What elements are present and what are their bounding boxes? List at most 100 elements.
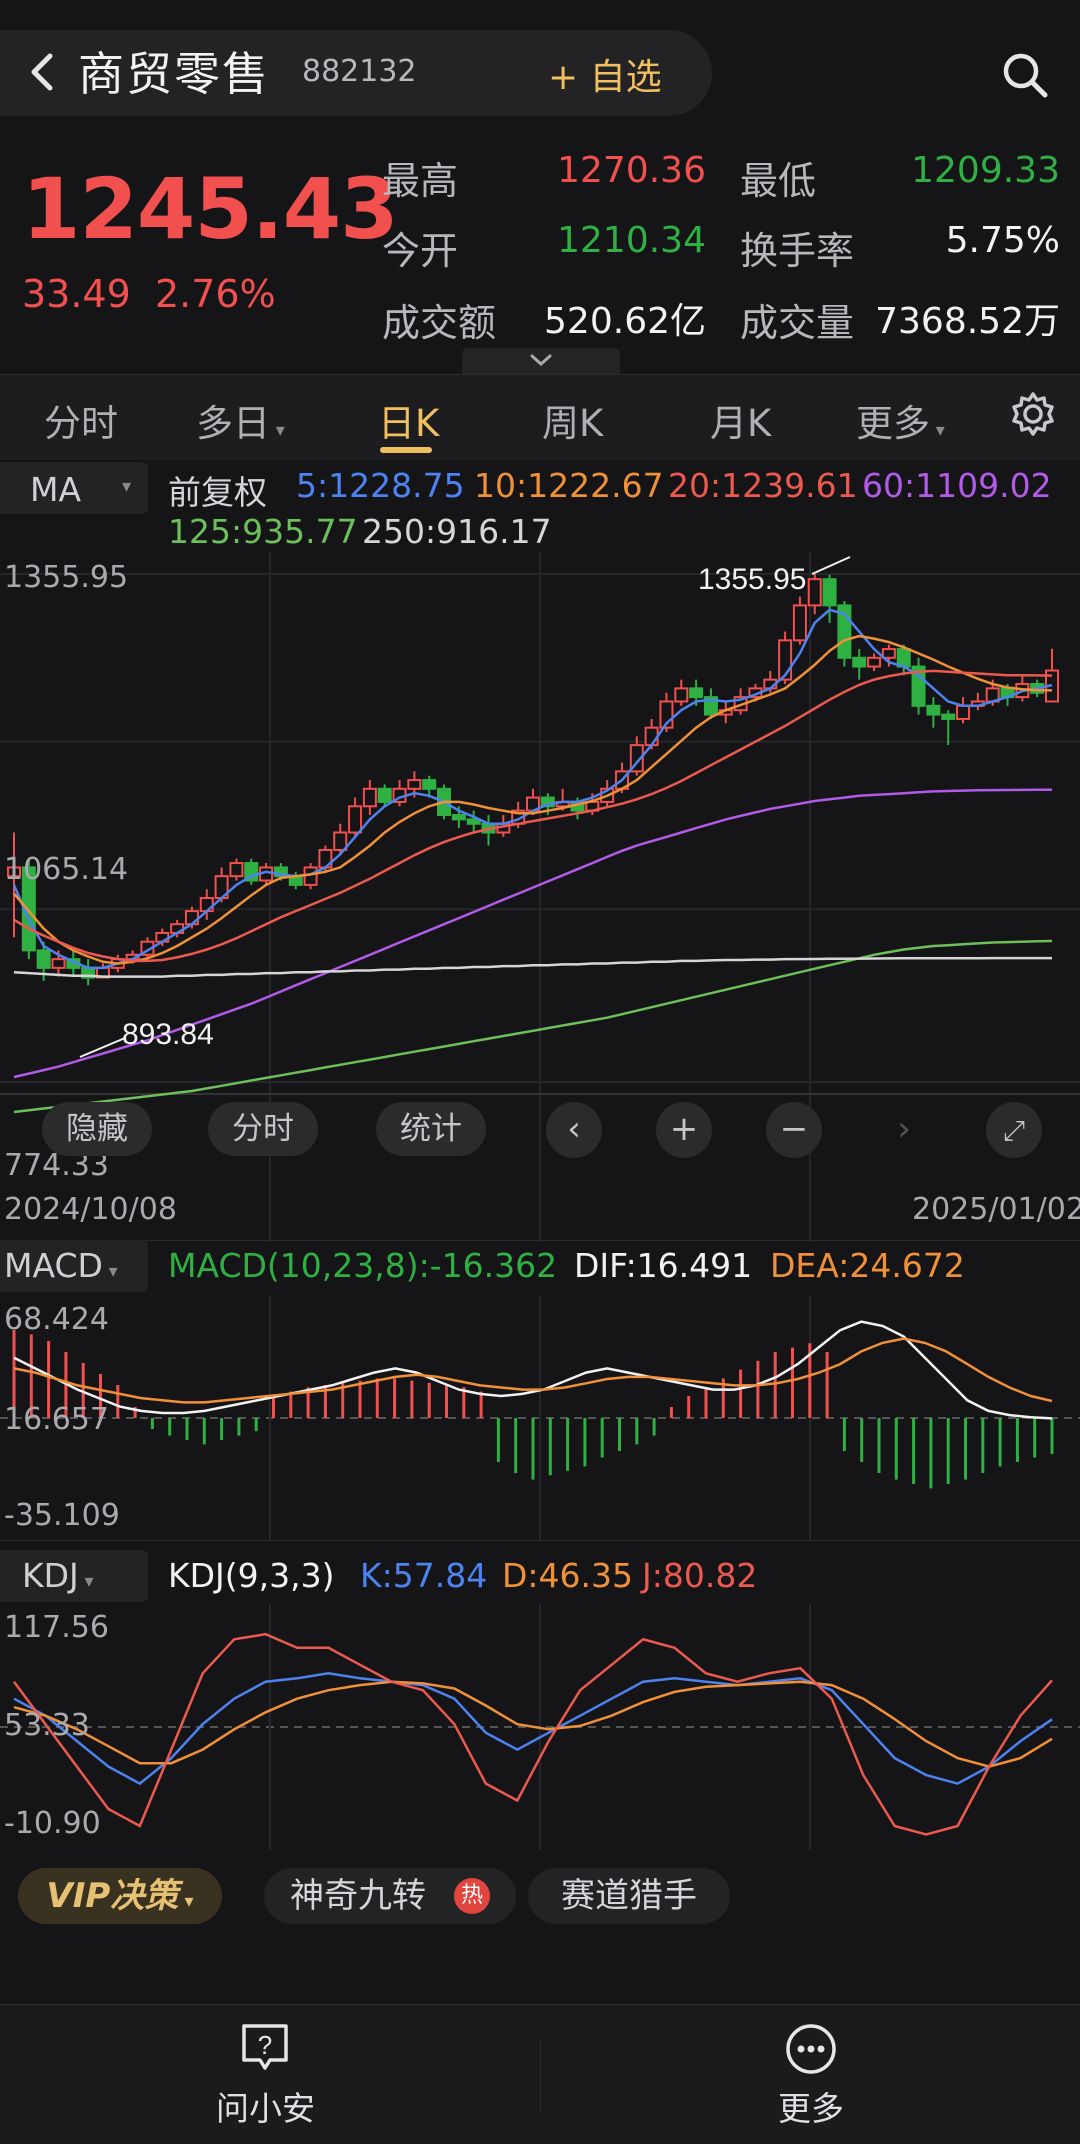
- more-icon[interactable]: [784, 2022, 838, 2080]
- more-button[interactable]: 更多: [778, 2082, 844, 2130]
- kdj-axis-max: 117.56: [4, 1610, 109, 1645]
- y-axis-mid: 1065.14: [4, 852, 129, 887]
- low-marker-label: 893.84: [122, 1018, 214, 1051]
- candle: [333, 831, 348, 851]
- x-axis-end-date: 2025/01/02: [912, 1192, 1080, 1227]
- add-to-watchlist-button[interactable]: + 自选: [548, 48, 662, 100]
- tab-intraday[interactable]: 分时: [44, 393, 118, 447]
- track-hunter-button[interactable]: 赛道猎手: [528, 1868, 730, 1924]
- candle: [451, 814, 466, 821]
- candle: [867, 656, 882, 668]
- question-icon[interactable]: ?: [238, 2022, 292, 2078]
- candle: [689, 687, 704, 699]
- caret-down-icon: ▾: [102, 1261, 118, 1282]
- high-marker-label: 1355.95: [698, 563, 806, 596]
- caret-down-icon: ▾: [178, 1891, 194, 1912]
- intraday-button[interactable]: 分时: [208, 1102, 318, 1156]
- scroll-left-button[interactable]: ‹: [546, 1102, 602, 1158]
- ma250-line: [13, 956, 1052, 978]
- tab-multi-day-label: 多日: [196, 402, 270, 445]
- kdj-k: K:57.84: [360, 1556, 488, 1595]
- divider: [0, 1240, 1080, 1241]
- main-indicator-label: MA: [30, 470, 82, 509]
- kdj-select[interactable]: KDJ ▾: [0, 1550, 148, 1602]
- candle: [792, 604, 807, 642]
- candle: [674, 687, 689, 703]
- fullscreen-button[interactable]: ⤢: [986, 1102, 1042, 1158]
- candle: [199, 896, 214, 913]
- gear-icon[interactable]: [1008, 389, 1058, 443]
- macd-value: MACD(10,23,8):-16.362: [168, 1246, 558, 1285]
- macd-axis-mid: 16.657: [4, 1402, 109, 1437]
- ma125-value: 125:935.77: [168, 512, 358, 551]
- macd-select[interactable]: MACD ▾: [0, 1240, 148, 1292]
- y-axis-max: 1355.95: [4, 560, 129, 595]
- scroll-right-button[interactable]: ›: [876, 1102, 932, 1158]
- open-value: 1210.34: [557, 220, 706, 261]
- kdj-k-line: [13, 1672, 1053, 1786]
- current-price: 1245.43: [22, 160, 399, 258]
- candle: [896, 648, 911, 668]
- candles: [7, 574, 1059, 986]
- turnover-rate-value: 5.75%: [945, 220, 1060, 261]
- zoom-in-button[interactable]: +: [656, 1102, 712, 1158]
- tab-weekly-k[interactable]: 周K: [542, 393, 603, 447]
- x-axis-start-date: 2024/10/08: [4, 1192, 177, 1227]
- expand-quote-handle[interactable]: [462, 348, 620, 374]
- candle: [422, 779, 437, 790]
- divider: [0, 1540, 1080, 1541]
- tab-multi-day[interactable]: 多日 ▾: [196, 393, 285, 447]
- chevron-right-icon: ›: [897, 1109, 911, 1149]
- candle: [51, 958, 66, 969]
- stock-code: 882132: [302, 54, 417, 89]
- main-indicator-select[interactable]: MA ▾: [0, 462, 148, 514]
- back-arrow-icon[interactable]: [24, 48, 64, 96]
- candle: [184, 910, 199, 926]
- dif-line: [13, 1320, 1053, 1420]
- macd-chart[interactable]: [0, 1296, 1080, 1540]
- kdj-chart[interactable]: [0, 1604, 1080, 1850]
- tab-daily-k[interactable]: 日K: [378, 393, 439, 447]
- low-label: 最低: [740, 159, 817, 203]
- active-tab-indicator: [380, 447, 432, 453]
- hide-button[interactable]: 隐藏: [42, 1102, 152, 1156]
- kdj-j: J:80.82: [642, 1556, 758, 1595]
- tab-more[interactable]: 更多 ▾: [856, 393, 945, 447]
- kdj-j-line: [12, 1632, 1053, 1836]
- minus-icon: −: [779, 1109, 809, 1149]
- magic-nine-label: 神奇九转: [290, 1876, 426, 1916]
- ask-assistant-button[interactable]: 问小安: [216, 2082, 315, 2130]
- macd-dif: DIF:16.491: [574, 1246, 753, 1285]
- search-icon[interactable]: [1000, 50, 1050, 100]
- change-value: 33.49: [22, 272, 131, 316]
- chevron-down-icon: [530, 354, 552, 367]
- ma20-value: 20:1239.61: [668, 466, 858, 505]
- kdj-select-label: KDJ: [22, 1556, 79, 1595]
- tab-more-label: 更多: [856, 402, 930, 445]
- macd-axis-max: 68.424: [4, 1302, 109, 1337]
- kdj-axis-min: -10.90: [4, 1806, 101, 1841]
- volume-label: 成交量: [740, 301, 855, 345]
- adjust-mode[interactable]: 前复权: [168, 466, 267, 514]
- period-tabs: 分时 多日 ▾ 日K 周K 月K 更多 ▾: [0, 374, 1080, 461]
- turnover-rate-label: 换手率: [740, 229, 855, 273]
- bottom-nav: [0, 2004, 1080, 2144]
- macd-select-label: MACD: [4, 1246, 103, 1285]
- candle: [36, 949, 51, 969]
- caret-down-icon: ▾: [122, 476, 132, 497]
- magic-nine-button[interactable]: 神奇九转 热: [264, 1868, 516, 1924]
- candle: [407, 779, 422, 790]
- high-marker-line: [811, 556, 851, 575]
- low-value: 1209.33: [911, 150, 1060, 191]
- vip-decision-button[interactable]: VIP决策 ▾: [18, 1868, 222, 1924]
- ma250-value: 250:916.17: [362, 512, 552, 551]
- vip-decision-label: VIP决策: [46, 1876, 179, 1916]
- candle: [941, 713, 956, 720]
- tab-monthly-k[interactable]: 月K: [710, 393, 771, 447]
- amount-value: 520.62亿: [544, 301, 706, 342]
- macd-lines: [13, 1320, 1053, 1420]
- caret-down-icon: ▾: [930, 420, 945, 441]
- stats-button[interactable]: 统计: [376, 1102, 486, 1156]
- zoom-out-button[interactable]: −: [766, 1102, 822, 1158]
- candle: [822, 578, 837, 607]
